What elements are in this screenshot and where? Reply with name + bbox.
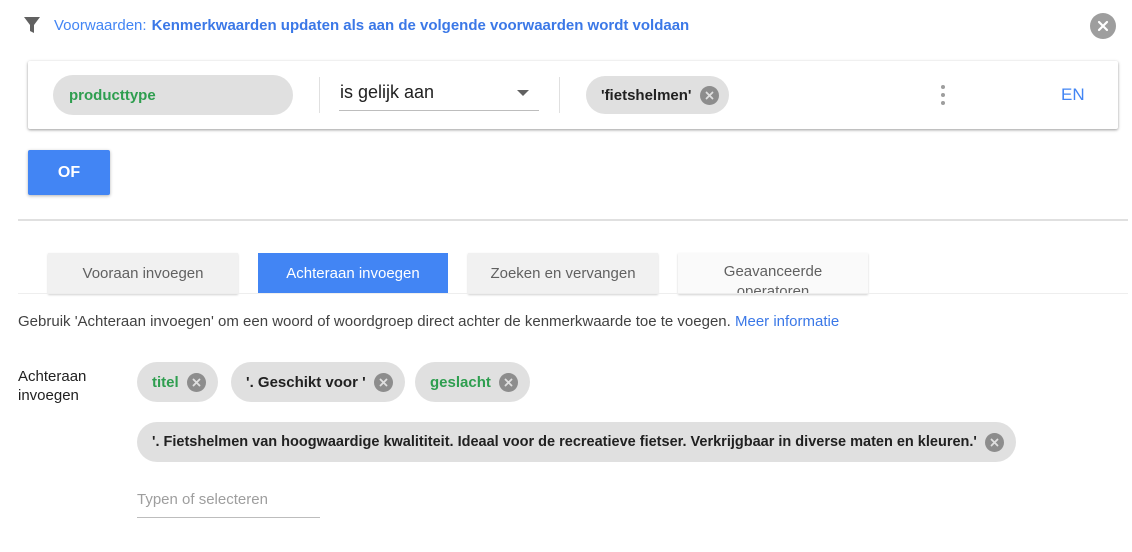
condition-row: producttype is gelijk aan 'fietshelmen' … bbox=[28, 61, 1118, 129]
append-chip-titel[interactable]: titel bbox=[137, 362, 218, 402]
chip-label: geslacht bbox=[430, 373, 491, 391]
append-chip-long-text[interactable]: '. Fietshelmen van hoogwaardige kwalitit… bbox=[137, 422, 1016, 462]
more-info-link[interactable]: Meer informatie bbox=[735, 313, 839, 330]
add-or-condition-button[interactable]: OF bbox=[28, 150, 110, 195]
attribute-selector[interactable]: producttype bbox=[53, 75, 293, 115]
append-chip-geslacht[interactable]: geslacht bbox=[415, 362, 530, 402]
tab-label: Geavanceerde operatoren bbox=[723, 263, 823, 294]
conditions-description: Kenmerkwaarden updaten als aan de volgen… bbox=[151, 16, 690, 34]
chip-label: '. Geschikt voor ' bbox=[246, 373, 366, 391]
more-vert-icon[interactable] bbox=[937, 83, 949, 107]
conditions-header: Voorwaarden: Kenmerkwaarden updaten als … bbox=[22, 14, 689, 36]
value-chip-label: 'fietshelmen' bbox=[601, 86, 692, 104]
divider bbox=[319, 77, 320, 113]
chip-label: titel bbox=[152, 373, 179, 391]
remove-chip-icon[interactable] bbox=[699, 85, 719, 105]
conditions-prefix: Voorwaarden: bbox=[54, 16, 147, 34]
help-text: Gebruik 'Achteraan invoegen' om een woor… bbox=[18, 313, 839, 330]
operator-select[interactable]: is gelijk aan bbox=[339, 75, 539, 111]
add-and-condition-button[interactable]: EN bbox=[1061, 85, 1085, 105]
help-description: Gebruik 'Achteraan invoegen' om een woor… bbox=[18, 313, 735, 330]
type-or-select-input[interactable]: Typen of selecteren bbox=[137, 482, 320, 518]
arrow-drop-down-icon bbox=[517, 90, 529, 96]
remove-chip-icon[interactable] bbox=[186, 372, 206, 392]
append-chip-text[interactable]: '. Geschikt voor ' bbox=[231, 362, 405, 402]
tab-zoeken-en-vervangen[interactable]: Zoeken en vervangen bbox=[468, 253, 658, 294]
divider bbox=[559, 77, 560, 113]
chip-label: '. Fietshelmen van hoogwaardige kwalitit… bbox=[152, 434, 977, 450]
append-label: Achteraan invoegen bbox=[18, 368, 87, 404]
section-divider bbox=[18, 219, 1128, 221]
tab-geavanceerde-operatoren[interactable]: Geavanceerde operatoren bbox=[678, 253, 868, 294]
remove-chip-icon[interactable] bbox=[984, 432, 1004, 452]
remove-chip-icon[interactable] bbox=[373, 372, 393, 392]
value-chip[interactable]: 'fietshelmen' bbox=[586, 76, 729, 114]
filter-icon bbox=[22, 15, 42, 35]
tabs-baseline bbox=[18, 293, 1128, 294]
tab-achteraan-invoegen[interactable]: Achteraan invoegen bbox=[258, 253, 448, 294]
operator-value: is gelijk aan bbox=[340, 82, 435, 102]
tab-vooraan-invoegen[interactable]: Vooraan invoegen bbox=[48, 253, 238, 294]
remove-chip-icon[interactable] bbox=[498, 372, 518, 392]
close-icon[interactable] bbox=[1090, 13, 1116, 39]
